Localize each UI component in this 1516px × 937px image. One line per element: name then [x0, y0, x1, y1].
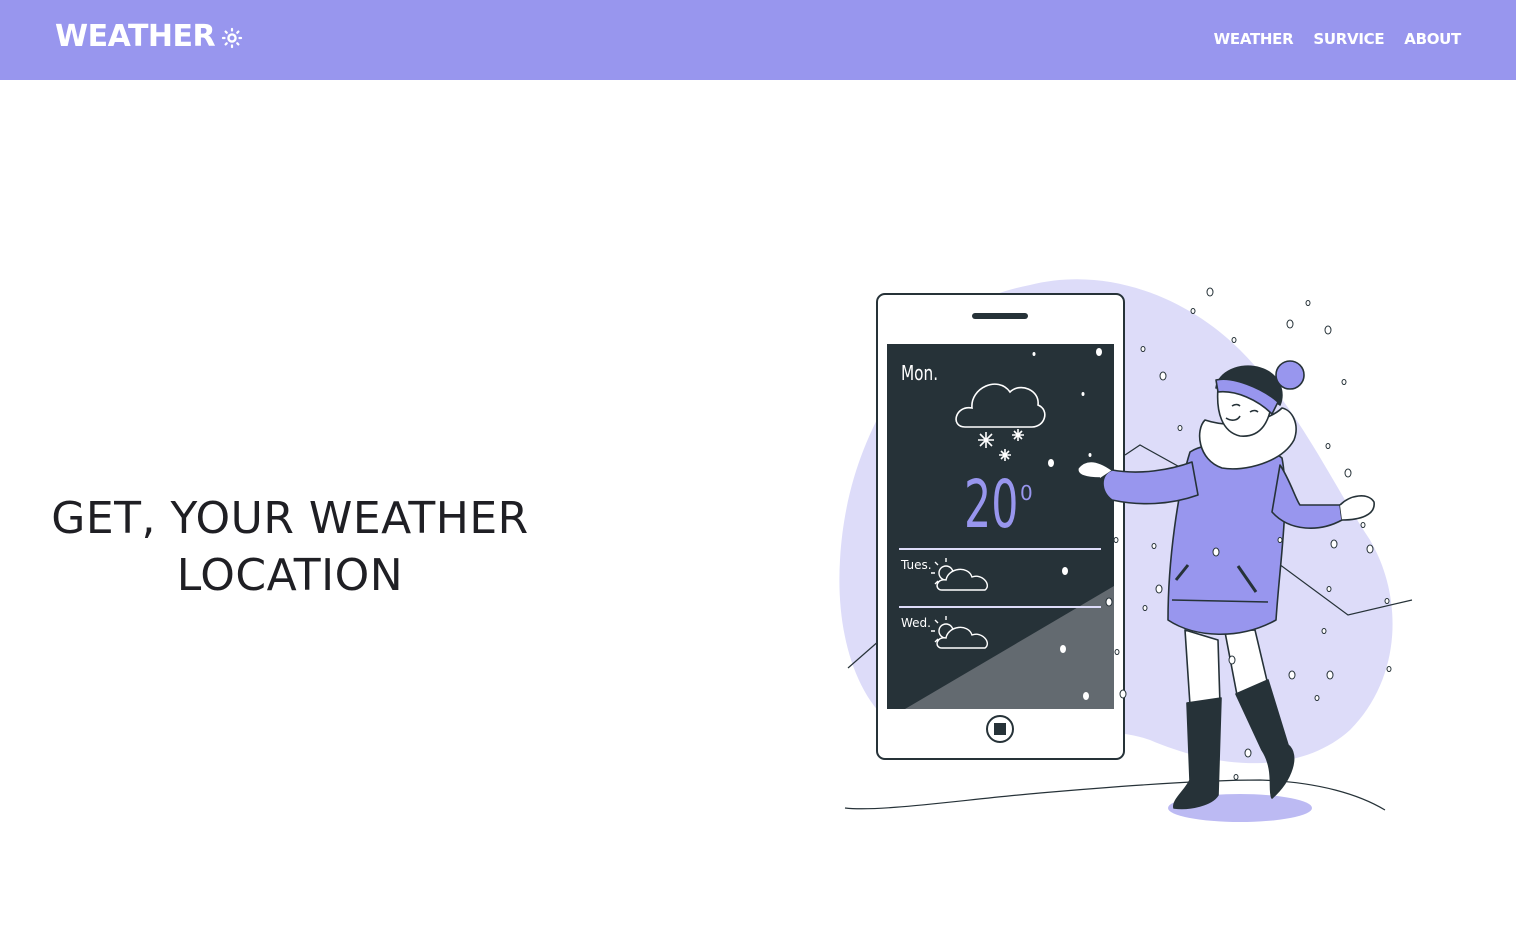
phone-degree-symbol: 0: [1020, 481, 1033, 505]
nav-link-weather[interactable]: WEATHER: [1214, 30, 1294, 48]
hero-title-line-2: LOCATION: [176, 550, 404, 601]
sun-icon: [222, 27, 243, 49]
brand-name: WEATHER: [55, 18, 216, 54]
nav-link-about[interactable]: ABOUT: [1404, 30, 1461, 48]
brand-logo[interactable]: WEATHER: [55, 16, 243, 56]
nav-menu: WEATHER SURVICE ABOUT: [1214, 30, 1462, 48]
phone-speaker: [972, 313, 1028, 319]
forecast-day-wednesday: Wed.: [901, 616, 931, 630]
phone-illustration: Mon. 20 0 Tues. Wed.: [876, 293, 1125, 760]
phone-temperature: 20: [964, 466, 1018, 543]
hero-title-line-1: GET, YOUR WEATHER: [51, 493, 529, 544]
weather-illustration: Mon. 20 0 Tues. Wed.: [839, 279, 1413, 822]
nav-link-service[interactable]: SURVICE: [1313, 30, 1384, 48]
hat-pompom: [1275, 360, 1305, 390]
navbar: WEATHER WEATHER SURVICE ABOUT: [0, 0, 1516, 80]
phone-day-label: Mon.: [901, 363, 938, 386]
forecast-day-tuesday: Tues.: [900, 558, 932, 572]
hero-title: GET, YOUR WEATHER LOCATION: [30, 490, 550, 604]
